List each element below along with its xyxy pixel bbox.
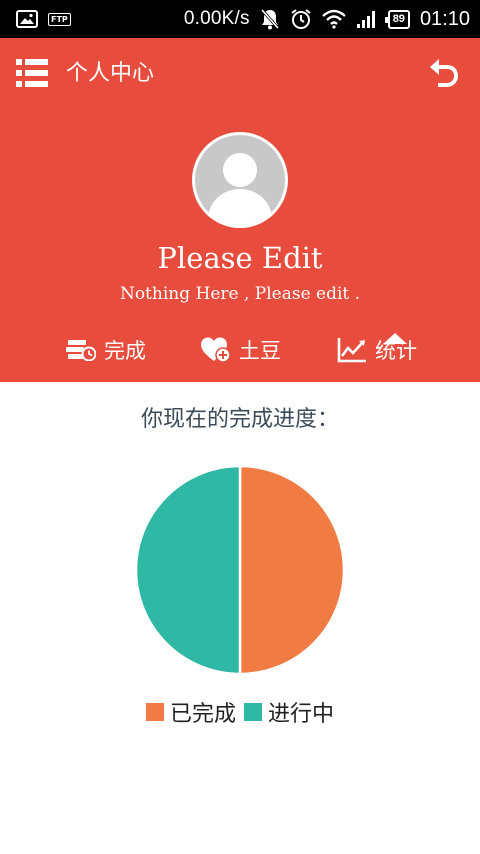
alarm-icon — [290, 8, 312, 30]
profile-header: 个人中心 Please Edit Nothing Here , Please e… — [0, 38, 480, 382]
signal-icon — [356, 9, 378, 29]
status-bar-left: FTP — [16, 10, 71, 28]
legend-swatch-in-progress — [244, 703, 262, 721]
undo-icon[interactable] — [428, 57, 460, 89]
pie-slice-1 — [134, 464, 242, 676]
legend-item-completed: 已完成 — [145, 696, 236, 728]
legend-label-in-progress: 进行中 — [268, 702, 335, 727]
tab-label-potato: 土豆 — [239, 339, 281, 363]
legend-label-completed: 已完成 — [169, 702, 236, 727]
coins-clock-icon — [66, 339, 96, 361]
active-tab-indicator — [383, 333, 407, 344]
progress-heading: 你现在的完成进度： — [140, 407, 339, 432]
tab-potato[interactable]: 土豆 — [201, 328, 281, 372]
battery-icon: 89 — [384, 9, 410, 29]
progress-pie-chart — [134, 464, 346, 676]
image-icon — [16, 10, 38, 28]
line-chart-icon — [337, 337, 367, 363]
heart-plus-icon — [201, 337, 231, 363]
profile-tabs: 完成 土豆 统计 — [0, 328, 480, 382]
default-user-icon — [195, 135, 285, 225]
app-bar: 个人中心 — [0, 38, 480, 110]
list-menu-icon[interactable] — [16, 57, 48, 89]
page-title: 个人中心 — [66, 61, 155, 86]
pie-slice-0 — [238, 464, 346, 676]
avatar[interactable] — [192, 132, 288, 228]
tab-completed[interactable]: 完成 — [66, 328, 146, 372]
status-bar: FTP 0.00K/s 89 01:10 — [0, 0, 480, 38]
status-time: 01:10 — [419, 7, 470, 30]
chart-legend: 已完成 进行中 — [0, 696, 480, 728]
mute-icon — [260, 8, 280, 30]
stats-content: 你现在的完成进度： 已完成 进行中 — [0, 382, 480, 854]
status-bar-right: 0.00K/s 89 01:10 — [184, 8, 470, 31]
user-description[interactable]: Nothing Here , Please edit . — [0, 282, 480, 306]
tab-label-completed: 完成 — [104, 339, 146, 363]
user-name[interactable]: Please Edit — [0, 238, 480, 278]
legend-item-in-progress: 进行中 — [244, 696, 334, 728]
wifi-icon — [321, 9, 346, 29]
network-speed: 0.00K/s — [183, 8, 250, 29]
legend-swatch-completed — [145, 703, 164, 721]
ftp-icon: FTP — [48, 12, 71, 26]
